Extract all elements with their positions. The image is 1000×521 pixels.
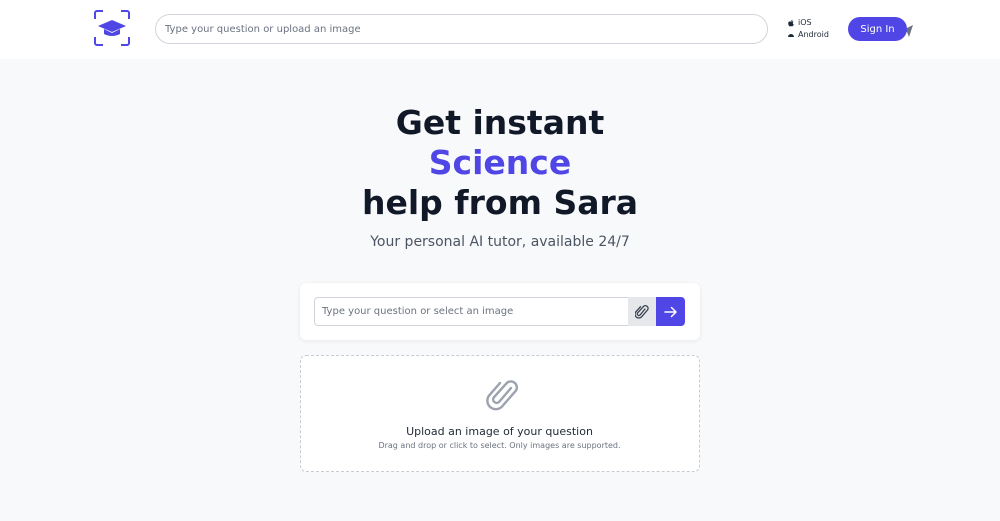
hero-title: Get instant Science help from Sara — [0, 103, 1000, 223]
android-label: Android — [798, 30, 829, 39]
android-icon — [788, 34, 794, 37]
dropzone-subtitle: Drag and drop or click to select. Only i… — [378, 441, 621, 450]
ios-label: iOS — [798, 18, 812, 27]
paperclip-icon — [483, 376, 519, 412]
paperclip-icon — [635, 304, 649, 319]
hero-subject: Science — [428, 143, 572, 182]
apple-icon — [788, 19, 794, 27]
hero-line-3: help from Sara — [361, 183, 639, 222]
question-input[interactable] — [314, 297, 628, 326]
ios-app-link[interactable]: iOS — [787, 17, 829, 29]
logo-graduation-cap-icon[interactable] — [93, 9, 131, 47]
app-links: iOS Android — [787, 17, 829, 41]
sign-in-button[interactable]: Sign In — [848, 17, 907, 41]
image-dropzone[interactable]: Upload an image of your question Drag an… — [300, 355, 700, 472]
android-app-link[interactable]: Android — [787, 29, 829, 41]
top-search-input[interactable] — [165, 20, 705, 38]
hero-subtitle: Your personal AI tutor, available 24/7 — [370, 234, 630, 250]
arrow-right-icon — [663, 306, 677, 317]
question-card — [300, 283, 700, 340]
hero-line-1: Get instant — [395, 103, 605, 142]
submit-button[interactable] — [656, 297, 685, 326]
dropzone-title: Upload an image of your question — [406, 425, 593, 438]
header: iOS Android Sign In — [0, 0, 1000, 59]
top-search-bar — [155, 14, 913, 44]
attach-button[interactable] — [628, 297, 656, 326]
